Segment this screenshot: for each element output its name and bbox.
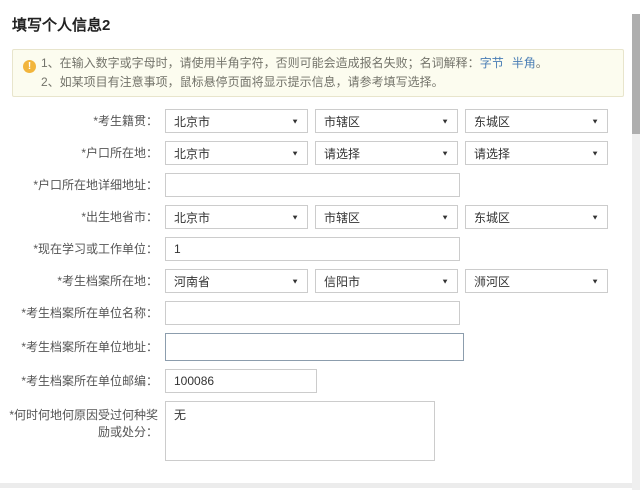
form-row-archive-unit-address: *考生档案所在单位地址： [0, 333, 640, 361]
archive-city-select[interactable]: 信阳市 ▼ [315, 269, 458, 293]
field-label: *考生籍贯： [0, 113, 165, 130]
select-value: 东城区 [474, 209, 510, 226]
select-value: 北京市 [174, 209, 210, 226]
field-label: *户口所在地详细地址： [0, 177, 165, 194]
warning-icon: ! [23, 60, 36, 73]
chevron-down-icon: ▼ [441, 277, 449, 285]
form-row-native-place: *考生籍贯： 北京市 ▼ 市辖区 ▼ 东城区 ▼ [0, 109, 640, 133]
chevron-down-icon: ▼ [441, 117, 449, 125]
form-row-household-registration: *户口所在地： 北京市 ▼ 请选择 ▼ 请选择 ▼ [0, 141, 640, 165]
personal-info-form: *考生籍贯： 北京市 ▼ 市辖区 ▼ 东城区 ▼ *户口所在地： 北京市 ▼ 请… [0, 109, 640, 461]
chevron-down-icon: ▼ [591, 117, 599, 125]
chevron-down-icon: ▼ [291, 213, 299, 221]
chevron-down-icon: ▼ [291, 149, 299, 157]
field-label: *考生档案所在地： [0, 273, 165, 290]
field-label: *何时何地何原因受过何种奖励或处分： [0, 401, 165, 441]
notice-line-2: 2、如某项目有注意事项，鼠标悬停页面将显示提示信息，请参考填写选择。 [23, 73, 613, 91]
field-label: *出生地省市： [0, 209, 165, 226]
personal-info-form-page: 填写个人信息2 ! 1、在输入数字或字母时，请使用半角字符，否则可能会造成报名失败… [0, 14, 640, 461]
archive-district-select[interactable]: 浉河区 ▼ [465, 269, 608, 293]
select-value: 北京市 [174, 113, 210, 130]
form-row-rewards-punishments: *何时何地何原因受过何种奖励或处分： 无 [0, 401, 640, 461]
term-link-byte[interactable]: 字节 [480, 56, 504, 70]
household-province-select[interactable]: 北京市 ▼ [165, 141, 308, 165]
chevron-down-icon: ▼ [591, 149, 599, 157]
notice-text-1: 1、在输入数字或字母时，请使用半角字符，否则可能会造成报名失败；名词解释： [41, 56, 480, 70]
archive-unit-name-input[interactable] [165, 301, 460, 325]
field-label: *现在学习或工作单位： [0, 241, 165, 258]
select-value: 市辖区 [324, 209, 360, 226]
native-place-province-select[interactable]: 北京市 ▼ [165, 109, 308, 133]
notice-box: ! 1、在输入数字或字母时，请使用半角字符，否则可能会造成报名失败；名词解释：字节… [12, 49, 624, 97]
birthplace-district-select[interactable]: 东城区 ▼ [465, 205, 608, 229]
notice-text-1-end: 。 [536, 56, 548, 70]
select-value: 北京市 [174, 145, 210, 162]
form-row-archive-unit-postcode: *考生档案所在单位邮编： [0, 369, 640, 393]
form-row-birthplace: *出生地省市： 北京市 ▼ 市辖区 ▼ 东城区 ▼ [0, 205, 640, 229]
term-link-halfwidth[interactable]: 半角 [512, 56, 536, 70]
household-detail-address-input[interactable] [165, 173, 460, 197]
chevron-down-icon: ▼ [441, 213, 449, 221]
bottom-scrollbar-track [0, 483, 632, 488]
native-place-district-select[interactable]: 东城区 ▼ [465, 109, 608, 133]
select-value: 浉河区 [474, 273, 510, 290]
chevron-down-icon: ▼ [591, 277, 599, 285]
page-title: 填写个人信息2 [12, 14, 640, 35]
select-value: 请选择 [474, 145, 510, 162]
vertical-scrollbar[interactable] [632, 14, 640, 490]
chevron-down-icon: ▼ [591, 213, 599, 221]
form-row-household-address: *户口所在地详细地址： [0, 173, 640, 197]
select-value: 信阳市 [324, 273, 360, 290]
birthplace-city-select[interactable]: 市辖区 ▼ [315, 205, 458, 229]
chevron-down-icon: ▼ [441, 149, 449, 157]
work-unit-input[interactable] [165, 237, 460, 261]
chevron-down-icon: ▼ [291, 277, 299, 285]
select-value: 东城区 [474, 113, 510, 130]
select-value: 河南省 [174, 273, 210, 290]
field-label: *考生档案所在单位邮编： [0, 373, 165, 390]
archive-unit-postcode-input[interactable] [165, 369, 317, 393]
form-row-archive-location: *考生档案所在地： 河南省 ▼ 信阳市 ▼ 浉河区 ▼ [0, 269, 640, 293]
select-value: 市辖区 [324, 113, 360, 130]
archive-unit-address-input[interactable] [165, 333, 464, 361]
chevron-down-icon: ▼ [291, 117, 299, 125]
household-city-select[interactable]: 请选择 ▼ [315, 141, 458, 165]
form-row-archive-unit-name: *考生档案所在单位名称： [0, 301, 640, 325]
scrollbar-thumb[interactable] [632, 14, 640, 134]
field-label: *考生档案所在单位地址： [0, 339, 165, 356]
field-label: *考生档案所在单位名称： [0, 305, 165, 322]
rewards-punishments-textarea[interactable]: 无 [165, 401, 435, 461]
birthplace-province-select[interactable]: 北京市 ▼ [165, 205, 308, 229]
form-row-work-unit: *现在学习或工作单位： [0, 237, 640, 261]
notice-line-1: ! 1、在输入数字或字母时，请使用半角字符，否则可能会造成报名失败；名词解释：字节… [23, 54, 613, 73]
native-place-city-select[interactable]: 市辖区 ▼ [315, 109, 458, 133]
select-value: 请选择 [324, 145, 360, 162]
household-district-select[interactable]: 请选择 ▼ [465, 141, 608, 165]
field-label: *户口所在地： [0, 145, 165, 162]
archive-province-select[interactable]: 河南省 ▼ [165, 269, 308, 293]
